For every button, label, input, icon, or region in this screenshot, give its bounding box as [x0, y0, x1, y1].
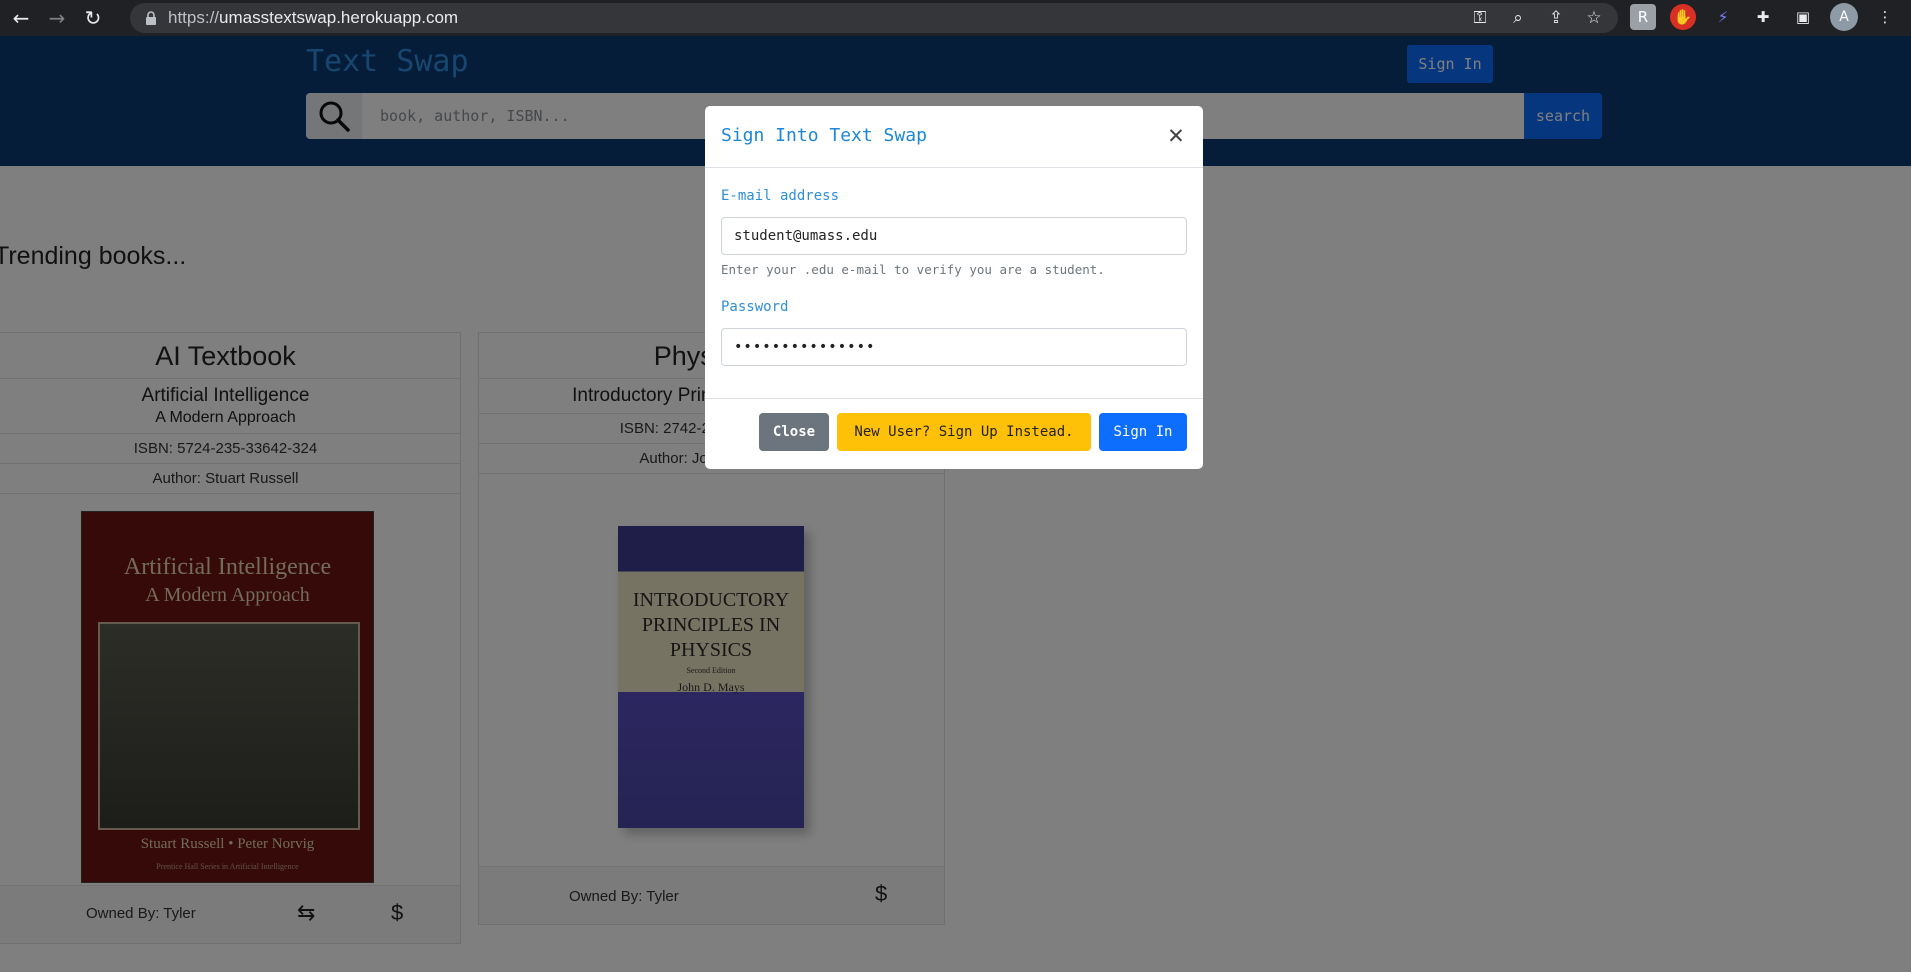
sign-up-button[interactable]: New User? Sign Up Instead. — [837, 413, 1091, 451]
password-field[interactable] — [721, 328, 1187, 366]
email-label: E-mail address — [721, 188, 840, 204]
extension-r-icon[interactable]: R — [1630, 4, 1656, 30]
share-icon[interactable]: ⇪ — [1544, 6, 1568, 30]
modal-header: Sign Into Text Swap ✕ — [705, 106, 1203, 168]
key-icon[interactable]: ⚿ — [1468, 6, 1492, 30]
url-text: https://umasstextswap.herokuapp.com — [168, 8, 459, 27]
sign-in-modal: Sign Into Text Swap ✕ E-mail address Ent… — [705, 106, 1203, 469]
reload-icon[interactable]: ↻ — [78, 3, 108, 33]
zoom-icon[interactable]: ⌕ — [1506, 6, 1530, 30]
browser-toolbar: ← → ↻ https://umasstextswap.herokuapp.co… — [0, 0, 1911, 36]
close-icon[interactable]: ✕ — [1163, 122, 1189, 148]
forward-icon[interactable]: → — [42, 3, 72, 33]
modal-title: Sign Into Text Swap — [721, 125, 927, 146]
profile-avatar[interactable]: A — [1830, 3, 1858, 31]
extension-bolt-icon[interactable]: ⚡ — [1710, 4, 1736, 30]
sidepanel-icon[interactable]: ▣ — [1790, 4, 1816, 30]
address-bar[interactable]: https://umasstextswap.herokuapp.com ⚿ ⌕ … — [130, 3, 1618, 33]
modal-backdrop[interactable]: Sign Into Text Swap ✕ E-mail address Ent… — [0, 36, 1911, 972]
email-field[interactable] — [721, 217, 1187, 255]
extension-stop-icon[interactable]: ✋ — [1670, 4, 1696, 30]
menu-icon[interactable]: ⋮ — [1872, 4, 1898, 30]
back-icon[interactable]: ← — [6, 3, 36, 33]
puzzle-icon[interactable]: ✚ — [1750, 4, 1776, 30]
password-label: Password — [721, 299, 789, 315]
star-icon[interactable]: ☆ — [1582, 6, 1606, 30]
lock-icon — [146, 11, 156, 25]
sign-in-button[interactable]: Sign In — [1099, 413, 1187, 451]
email-help-text: Enter your .edu e-mail to verify you are… — [721, 262, 1105, 277]
close-button[interactable]: Close — [759, 413, 829, 451]
